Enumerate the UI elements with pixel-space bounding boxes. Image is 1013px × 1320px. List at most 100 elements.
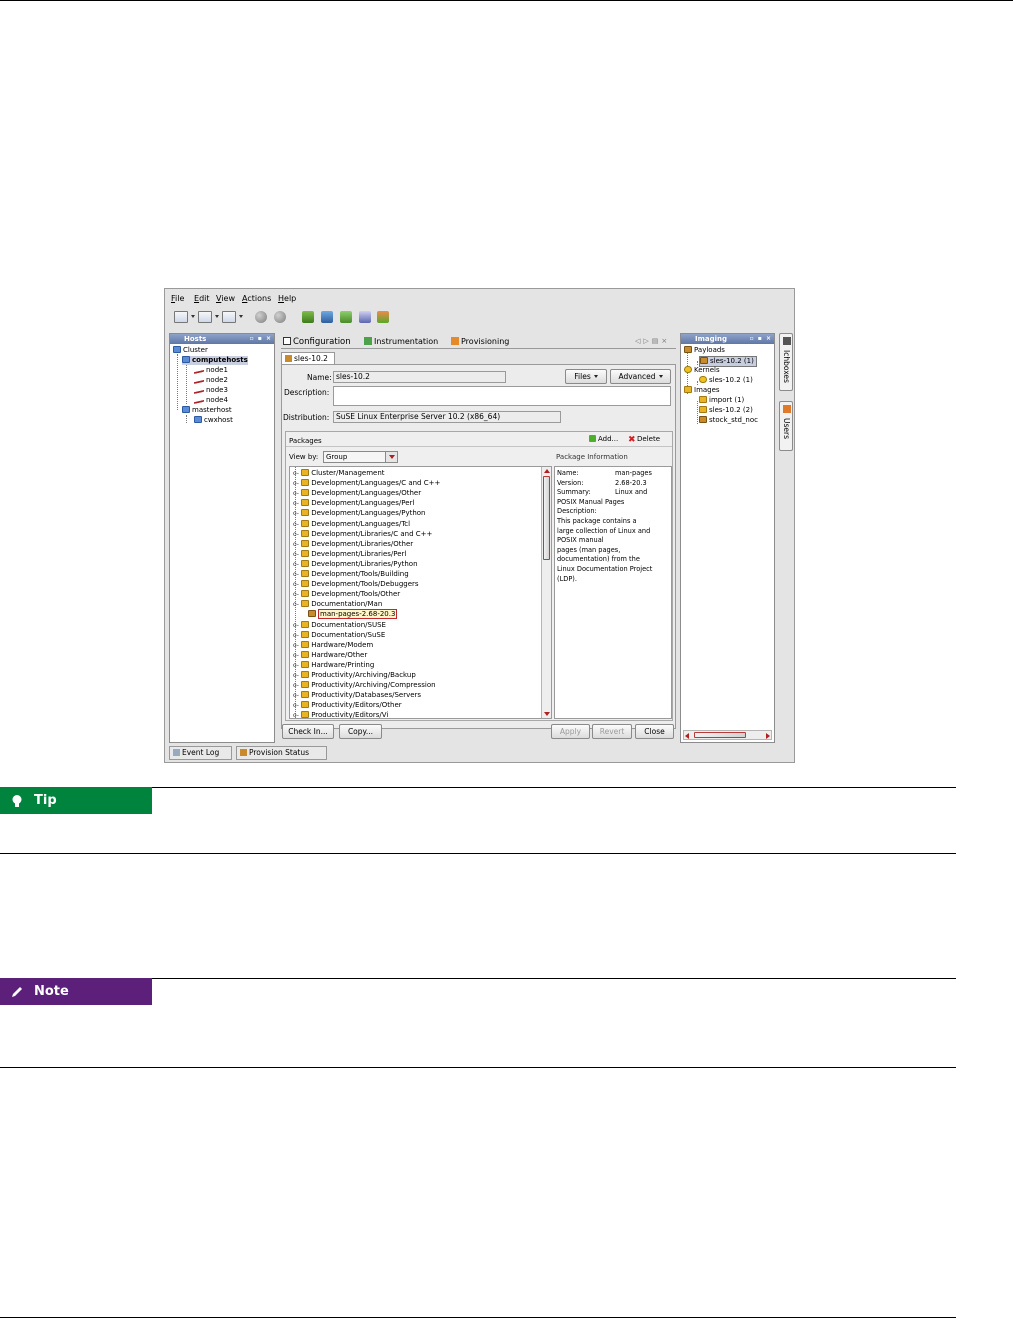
expand-toggle-icon[interactable]: o- xyxy=(293,490,299,497)
scroll-right-icon[interactable] xyxy=(766,733,770,739)
expand-toggle-icon[interactable]: o- xyxy=(293,480,299,487)
expand-toggle-icon[interactable]: o- xyxy=(293,682,299,689)
expand-toggle-icon[interactable]: o- xyxy=(293,470,299,477)
expand-toggle-icon[interactable]: o- xyxy=(293,601,299,608)
dropdown-arrow-icon[interactable] xyxy=(385,452,397,462)
package-group-item[interactable]: o- Productivity/Archiving/Backup xyxy=(293,671,416,680)
imaging-hscrollbar[interactable] xyxy=(683,730,772,740)
package-group-item[interactable]: o- Productivity/Editors/Vi xyxy=(293,711,388,718)
expand-toggle-icon[interactable]: o- xyxy=(293,702,299,709)
tab-provisioning[interactable]: Provisioning xyxy=(451,337,509,346)
package-group-item[interactable]: o- Hardware/Other xyxy=(293,650,367,660)
expand-toggle-icon[interactable]: o- xyxy=(293,591,299,598)
files-button[interactable]: Files xyxy=(565,369,607,384)
tools-icon[interactable] xyxy=(377,311,389,323)
apply-button[interactable]: Apply xyxy=(551,724,590,739)
tree-item-kernels[interactable]: Kernels xyxy=(684,366,720,375)
package-group-item[interactable]: o- Documentation/SUSE xyxy=(293,620,386,630)
package-group-item[interactable]: o- Development/Tools/Debuggers xyxy=(293,580,419,589)
revert-button[interactable]: Revert xyxy=(592,724,632,739)
package-group-item[interactable]: o- Development/Languages/Other xyxy=(293,489,421,498)
package-group-item[interactable]: o- Development/Libraries/C and C++ xyxy=(293,529,432,539)
chevron-down-icon[interactable] xyxy=(215,315,219,318)
description-field[interactable] xyxy=(333,386,671,406)
expand-toggle-icon[interactable]: o- xyxy=(293,662,299,669)
package-group-item[interactable]: o- Hardware/Printing xyxy=(293,660,374,670)
monitor-icon[interactable] xyxy=(359,311,371,323)
package-group-item[interactable]: o- Development/Languages/Perl xyxy=(293,499,414,508)
expand-toggle-icon[interactable]: o- xyxy=(293,531,299,538)
package-group-item[interactable]: o- Hardware/Modem xyxy=(293,640,373,650)
package-group-item[interactable]: o- Development/Libraries/Perl xyxy=(293,549,406,559)
chevron-down-icon[interactable] xyxy=(191,315,195,318)
check-in-button[interactable]: Check In... xyxy=(282,724,334,739)
expand-toggle-icon[interactable]: o- xyxy=(293,622,299,629)
menu-view[interactable]: View xyxy=(216,294,235,303)
expand-toggle-icon[interactable]: o- xyxy=(293,652,299,659)
expand-toggle-icon[interactable]: o- xyxy=(293,672,299,679)
tree-item-image-import[interactable]: import (1) xyxy=(699,396,744,405)
package-group-item[interactable]: o- Development/Languages/Python xyxy=(293,509,425,518)
delete-package-button[interactable]: ✖Delete xyxy=(628,435,660,445)
package-group-item[interactable]: o- Documentation/SuSE xyxy=(293,630,385,640)
tree-item-image-sles[interactable]: sles-10.2 (2) xyxy=(699,406,753,415)
tab-sles-10-2[interactable]: sles-10.2 xyxy=(281,352,335,364)
tree-item-image-stock[interactable]: stock_std_noc xyxy=(699,416,758,425)
tree-item-computehosts[interactable]: computehosts xyxy=(182,356,248,365)
expand-toggle-icon[interactable]: o- xyxy=(293,561,299,568)
expand-toggle-icon[interactable]: o- xyxy=(293,551,299,558)
tree-item-node3[interactable]: node3 xyxy=(194,386,228,395)
expand-toggle-icon[interactable]: o- xyxy=(293,581,299,588)
expand-toggle-icon[interactable]: o- xyxy=(293,500,299,507)
console-icon[interactable] xyxy=(340,311,352,323)
stop-icon[interactable] xyxy=(274,311,286,323)
layout-icon[interactable] xyxy=(198,311,212,323)
panel-controls-icon[interactable]: ▫ ▪ × xyxy=(250,334,272,344)
chevron-down-icon[interactable] xyxy=(239,315,243,318)
tree-item-cluster[interactable]: Cluster xyxy=(173,346,208,355)
tree-item-payloads[interactable]: Payloads xyxy=(684,346,725,355)
new-window-icon[interactable] xyxy=(174,311,188,323)
package-group-item[interactable]: o- Documentation/Man xyxy=(293,600,382,609)
expand-toggle-icon[interactable]: o- xyxy=(293,632,299,639)
package-group-item[interactable]: o- Development/Libraries/Python xyxy=(293,559,418,569)
tab-configuration[interactable]: Configuration xyxy=(283,337,351,347)
tab-provision-status[interactable]: Provision Status xyxy=(236,746,327,760)
package-tree-scrollbar[interactable] xyxy=(541,467,551,718)
package-group-item[interactable]: o- Cluster/Management xyxy=(293,469,385,478)
favorites-icon[interactable] xyxy=(222,311,236,323)
menu-help[interactable]: Help xyxy=(278,294,296,303)
scroll-left-icon[interactable] xyxy=(685,733,689,739)
scrollbar-thumb[interactable] xyxy=(543,476,550,560)
tree-item-kernel-sles[interactable]: sles-10.2 (1) xyxy=(699,376,753,385)
panel-controls-icon[interactable]: ▫ ▪ × xyxy=(750,334,772,344)
scrollbar-thumb[interactable] xyxy=(694,732,746,738)
expand-toggle-icon[interactable]: o- xyxy=(293,712,299,718)
expand-toggle-icon[interactable]: o- xyxy=(293,642,299,649)
copy-button[interactable]: Copy... xyxy=(339,724,382,739)
side-tab-ichboxes[interactable]: Ichboxes xyxy=(779,333,793,391)
tree-item-node4[interactable]: node4 xyxy=(194,396,228,405)
tree-item-node1[interactable]: node1 xyxy=(194,366,228,375)
expand-toggle-icon[interactable]: o- xyxy=(293,692,299,699)
tab-instrumentation[interactable]: Instrumentation xyxy=(364,337,438,346)
menu-edit[interactable]: Edit xyxy=(194,294,210,303)
expand-toggle-icon[interactable]: o- xyxy=(293,541,299,548)
expand-toggle-icon[interactable]: o- xyxy=(293,521,299,528)
deploy-icon[interactable] xyxy=(321,311,333,323)
package-group-item[interactable]: o- Productivity/Databases/Servers xyxy=(293,691,421,700)
package-group-item[interactable]: o- Development/Languages/C and C++ xyxy=(293,479,440,488)
close-button[interactable]: Close xyxy=(635,724,674,739)
power-off-icon[interactable] xyxy=(255,311,267,323)
package-group-item[interactable]: o- Productivity/Archiving/Compression xyxy=(293,681,436,690)
tree-item-masterhost[interactable]: masterhost xyxy=(182,406,232,415)
advanced-button[interactable]: Advanced xyxy=(610,369,671,384)
tree-item-node2[interactable]: node2 xyxy=(194,376,228,385)
tree-item-images[interactable]: Images xyxy=(684,386,720,395)
expand-toggle-icon[interactable]: o- xyxy=(293,571,299,578)
tab-event-log[interactable]: Event Log xyxy=(169,746,232,760)
name-field[interactable]: sles-10.2 xyxy=(333,371,506,383)
package-group-item[interactable]: o- Productivity/Editors/Other xyxy=(293,701,402,710)
scroll-up-icon[interactable] xyxy=(544,469,550,473)
add-package-button[interactable]: Add... xyxy=(589,435,618,443)
